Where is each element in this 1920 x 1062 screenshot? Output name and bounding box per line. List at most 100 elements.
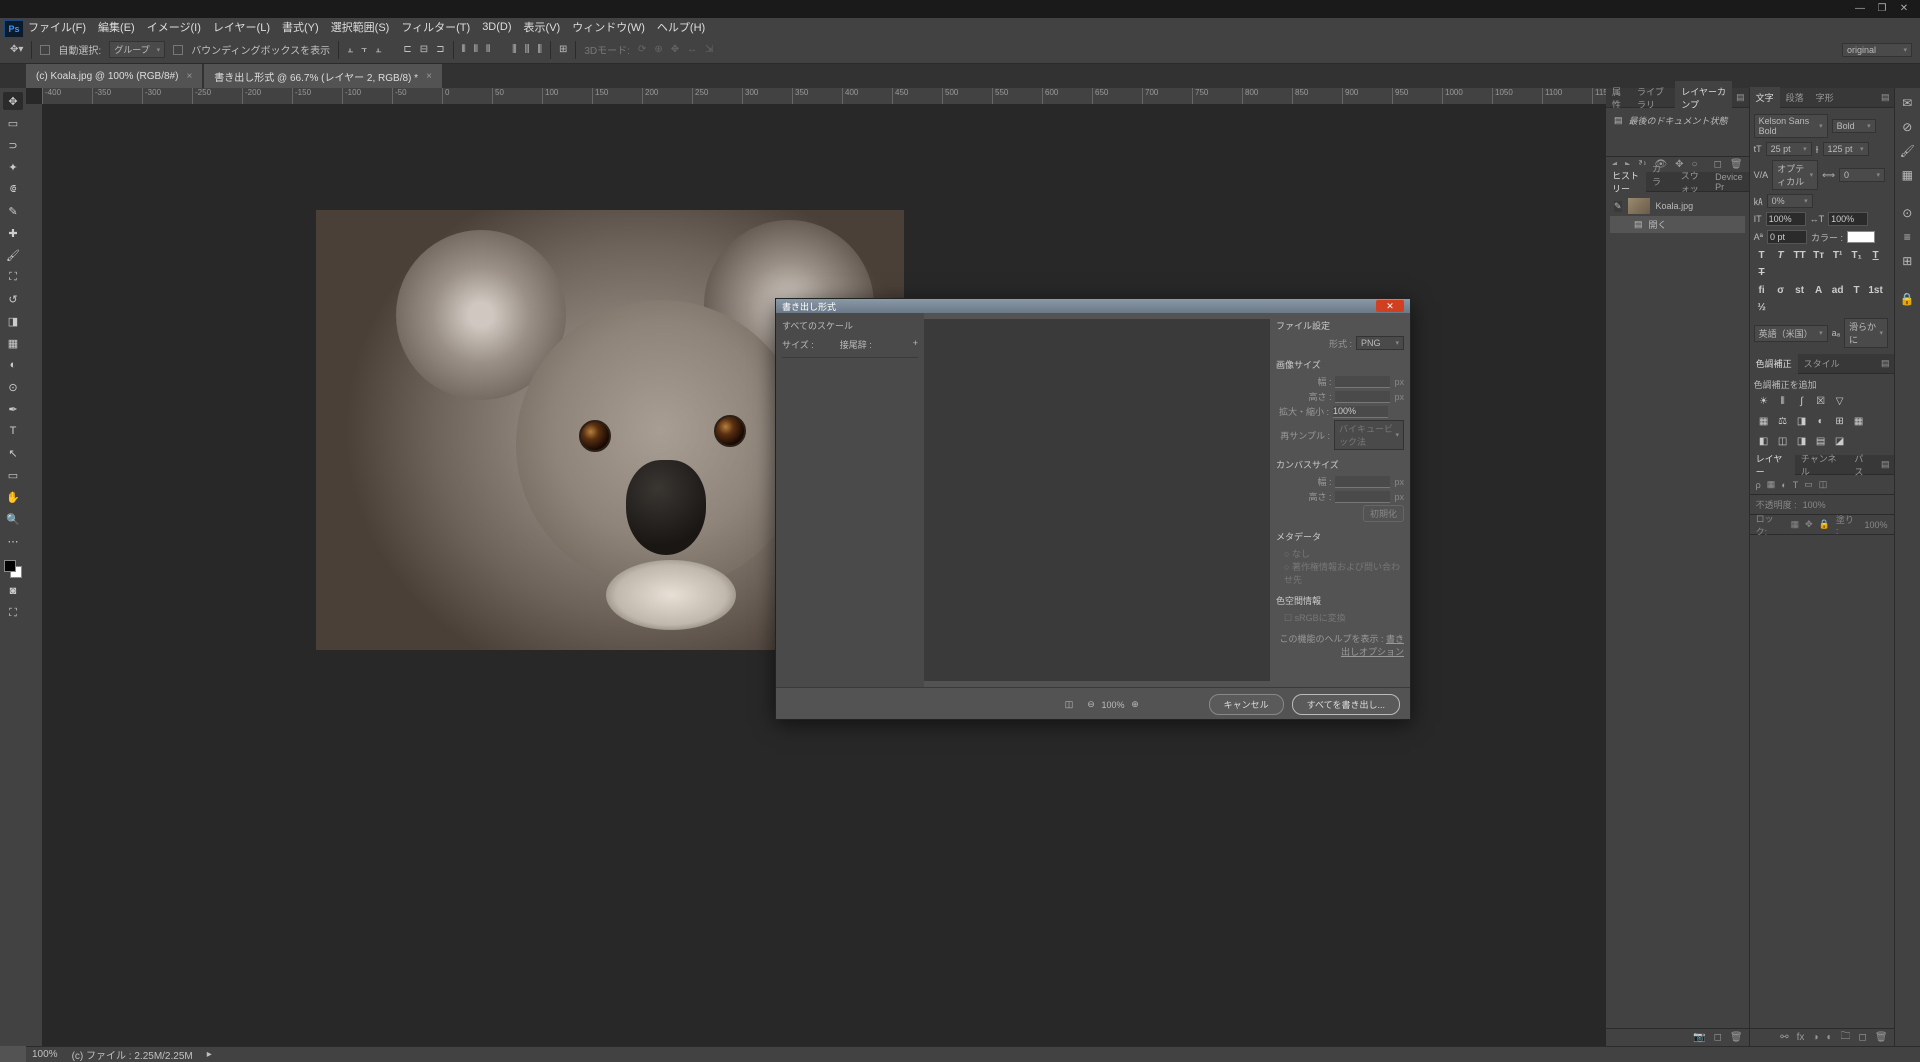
crop-tool[interactable]: ⟃ bbox=[3, 180, 23, 198]
tab-styles[interactable]: スタイル bbox=[1798, 353, 1846, 374]
marquee-tool[interactable]: ▭ bbox=[3, 114, 23, 132]
doc-tab-2[interactable]: 書き出し形式 @ 66.7% (レイヤー 2, RGB/8) * × bbox=[204, 64, 442, 88]
bold-button[interactable]: T bbox=[1754, 248, 1770, 262]
height-input[interactable] bbox=[1335, 391, 1390, 403]
menu-type[interactable]: 書式(Y) bbox=[282, 19, 319, 35]
adj-exposure-icon[interactable]: ☒ bbox=[1813, 394, 1829, 408]
collapsed-icon-4[interactable]: ▦ bbox=[1898, 166, 1916, 184]
canvas-width-input[interactable] bbox=[1335, 476, 1390, 488]
adj-photo-filter-icon[interactable]: ◐ bbox=[1813, 414, 1829, 428]
filter-shape-icon[interactable]: ▭ bbox=[1804, 479, 1813, 490]
delete-layer-icon[interactable]: 🗑 bbox=[1875, 1032, 1888, 1043]
stamp-tool[interactable]: ⛶ bbox=[3, 268, 23, 286]
eraser-tool[interactable]: ◨ bbox=[3, 312, 23, 330]
quickmask-tool[interactable]: ◙ bbox=[3, 582, 23, 600]
distribute-5-icon[interactable]: ⫼ bbox=[525, 44, 530, 55]
auto-select-checkbox[interactable] bbox=[40, 45, 50, 55]
history-step-label[interactable]: 開く bbox=[1649, 218, 1667, 231]
add-scale-button[interactable]: + bbox=[913, 338, 918, 351]
export-all-button[interactable]: すべてを書き出し... bbox=[1292, 694, 1400, 715]
layer-mask-icon[interactable]: ◑ bbox=[1812, 1032, 1818, 1043]
language-dropdown[interactable]: 英語（米国）▾ bbox=[1754, 325, 1828, 342]
distribute-2-icon[interactable]: ⫴ bbox=[474, 44, 478, 55]
tab-character[interactable]: 文字 bbox=[1750, 87, 1780, 108]
show-bbox-checkbox[interactable] bbox=[173, 45, 183, 55]
filter-adj-icon[interactable]: ◐ bbox=[1781, 480, 1786, 490]
menu-help[interactable]: ヘルプ(H) bbox=[657, 19, 705, 35]
align-mid-icon[interactable]: ⫟ bbox=[361, 44, 367, 55]
edit-toolbar[interactable]: ⋯ bbox=[3, 532, 23, 550]
align-center-icon[interactable]: ⊟ bbox=[420, 44, 428, 55]
adj-mixer-icon[interactable]: ⊞ bbox=[1832, 414, 1848, 428]
close-button[interactable]: ✕ bbox=[1898, 3, 1910, 15]
font-style-dropdown[interactable]: Bold▾ bbox=[1832, 119, 1876, 133]
scale-input[interactable] bbox=[1333, 406, 1388, 418]
opentype-3[interactable]: st bbox=[1792, 283, 1808, 297]
doc-tab-close-icon[interactable]: × bbox=[186, 71, 192, 82]
history-new-icon[interactable]: ◻ bbox=[1714, 1032, 1722, 1043]
menu-view[interactable]: 表示(V) bbox=[524, 19, 561, 35]
minimize-button[interactable]: — bbox=[1854, 3, 1866, 15]
srgb-checkbox[interactable]: ☐ sRGBに変換 bbox=[1284, 611, 1404, 624]
metadata-copyright-radio[interactable]: ○ 著作権情報および問い合わせ先 bbox=[1284, 560, 1404, 586]
history-item-label[interactable]: Koala.jpg bbox=[1656, 201, 1694, 211]
dialog-close-button[interactable]: ✕ bbox=[1376, 300, 1404, 312]
opacity-value[interactable]: 100% bbox=[1803, 500, 1826, 510]
collapsed-icon-8[interactable]: 🔒 bbox=[1898, 290, 1916, 308]
align-bot-icon[interactable]: ⫠ bbox=[375, 44, 381, 55]
shape-tool[interactable]: ▭ bbox=[3, 466, 23, 484]
blur-tool[interactable]: ◐ bbox=[3, 356, 23, 374]
lock-pixels-icon[interactable]: ▦ bbox=[1791, 519, 1800, 530]
history-delete-icon[interactable]: 🗑 bbox=[1730, 1032, 1743, 1043]
subscript-button[interactable]: T₁ bbox=[1849, 248, 1865, 262]
metadata-none-radio[interactable]: ○ なし bbox=[1284, 547, 1404, 560]
italic-button[interactable]: T bbox=[1773, 248, 1789, 262]
auto-align-icon[interactable]: ⊞ bbox=[559, 44, 567, 55]
foreground-background-color[interactable] bbox=[4, 560, 22, 578]
hand-tool[interactable]: ✋ bbox=[3, 488, 23, 506]
new-adj-layer-icon[interactable]: ◐ bbox=[1826, 1032, 1832, 1043]
preview-2up-icon[interactable]: ◫ bbox=[1062, 698, 1076, 712]
opentype-5[interactable]: ad bbox=[1830, 283, 1846, 297]
eyedropper-tool[interactable]: ✎ bbox=[3, 202, 23, 220]
tab-paragraph[interactable]: 段落 bbox=[1780, 87, 1810, 108]
lock-pos-icon[interactable]: ✥ bbox=[1805, 519, 1813, 530]
doc-tab-close-icon[interactable]: × bbox=[426, 71, 432, 82]
format-dropdown[interactable]: PNG▾ bbox=[1356, 336, 1404, 350]
distribute-6-icon[interactable]: ⫼ bbox=[537, 44, 542, 55]
healing-tool[interactable]: ✚ bbox=[3, 224, 23, 242]
panel-menu-icon[interactable]: ▤ bbox=[1877, 459, 1894, 470]
superscript-button[interactable]: T¹ bbox=[1830, 248, 1846, 262]
history-source-checkbox[interactable]: ✎ bbox=[1614, 201, 1622, 212]
panel-menu-icon[interactable]: ▤ bbox=[1877, 358, 1894, 369]
restore-button[interactable]: ❐ bbox=[1876, 3, 1888, 15]
history-snap-icon[interactable]: 📷 bbox=[1693, 1032, 1705, 1043]
filter-type2-icon[interactable]: T bbox=[1793, 480, 1799, 490]
collapsed-icon-5[interactable]: ⊙ bbox=[1898, 204, 1916, 222]
pen-tool[interactable]: ✒ bbox=[3, 400, 23, 418]
align-top-icon[interactable]: ⫠ bbox=[347, 44, 353, 55]
filter-type-icon[interactable]: ρ bbox=[1756, 480, 1761, 490]
adj-hue-icon[interactable]: ▦ bbox=[1756, 414, 1772, 428]
adj-threshold-icon[interactable]: ◨ bbox=[1794, 434, 1810, 448]
gradient-tool[interactable]: ▦ bbox=[3, 334, 23, 352]
smallcaps-button[interactable]: Tᴛ bbox=[1811, 248, 1827, 262]
antialiasing-dropdown[interactable]: 滑らかに▾ bbox=[1844, 318, 1888, 348]
opentype-4[interactable]: A bbox=[1811, 283, 1827, 297]
filter-kind-icon[interactable]: ▦ bbox=[1767, 479, 1776, 490]
move-tool-icon[interactable]: ✥▾ bbox=[10, 44, 23, 55]
menu-select[interactable]: 選択範囲(S) bbox=[331, 19, 390, 35]
reset-button[interactable]: 初期化 bbox=[1363, 505, 1404, 522]
new-layer-icon[interactable]: ◻ bbox=[1859, 1032, 1867, 1043]
collapsed-icon-7[interactable]: ⊞ bbox=[1898, 252, 1916, 270]
tab-glyphs[interactable]: 字形 bbox=[1810, 87, 1840, 108]
doc-tab-1[interactable]: (c) Koala.jpg @ 100% (RGB/8#) × bbox=[26, 64, 202, 88]
panel-menu-icon[interactable]: ▤ bbox=[1877, 92, 1894, 103]
type-tool[interactable]: T bbox=[3, 422, 23, 440]
baseline-shift-input[interactable] bbox=[1767, 230, 1807, 244]
workspace-dropdown[interactable]: original▾ bbox=[1842, 43, 1912, 57]
adj-selective-icon[interactable]: ◪ bbox=[1832, 434, 1848, 448]
adj-vibrance-icon[interactable]: ▽ bbox=[1832, 394, 1848, 408]
auto-select-target[interactable]: グループ▾ bbox=[109, 41, 165, 58]
adj-brightness-icon[interactable]: ☀ bbox=[1756, 394, 1772, 408]
